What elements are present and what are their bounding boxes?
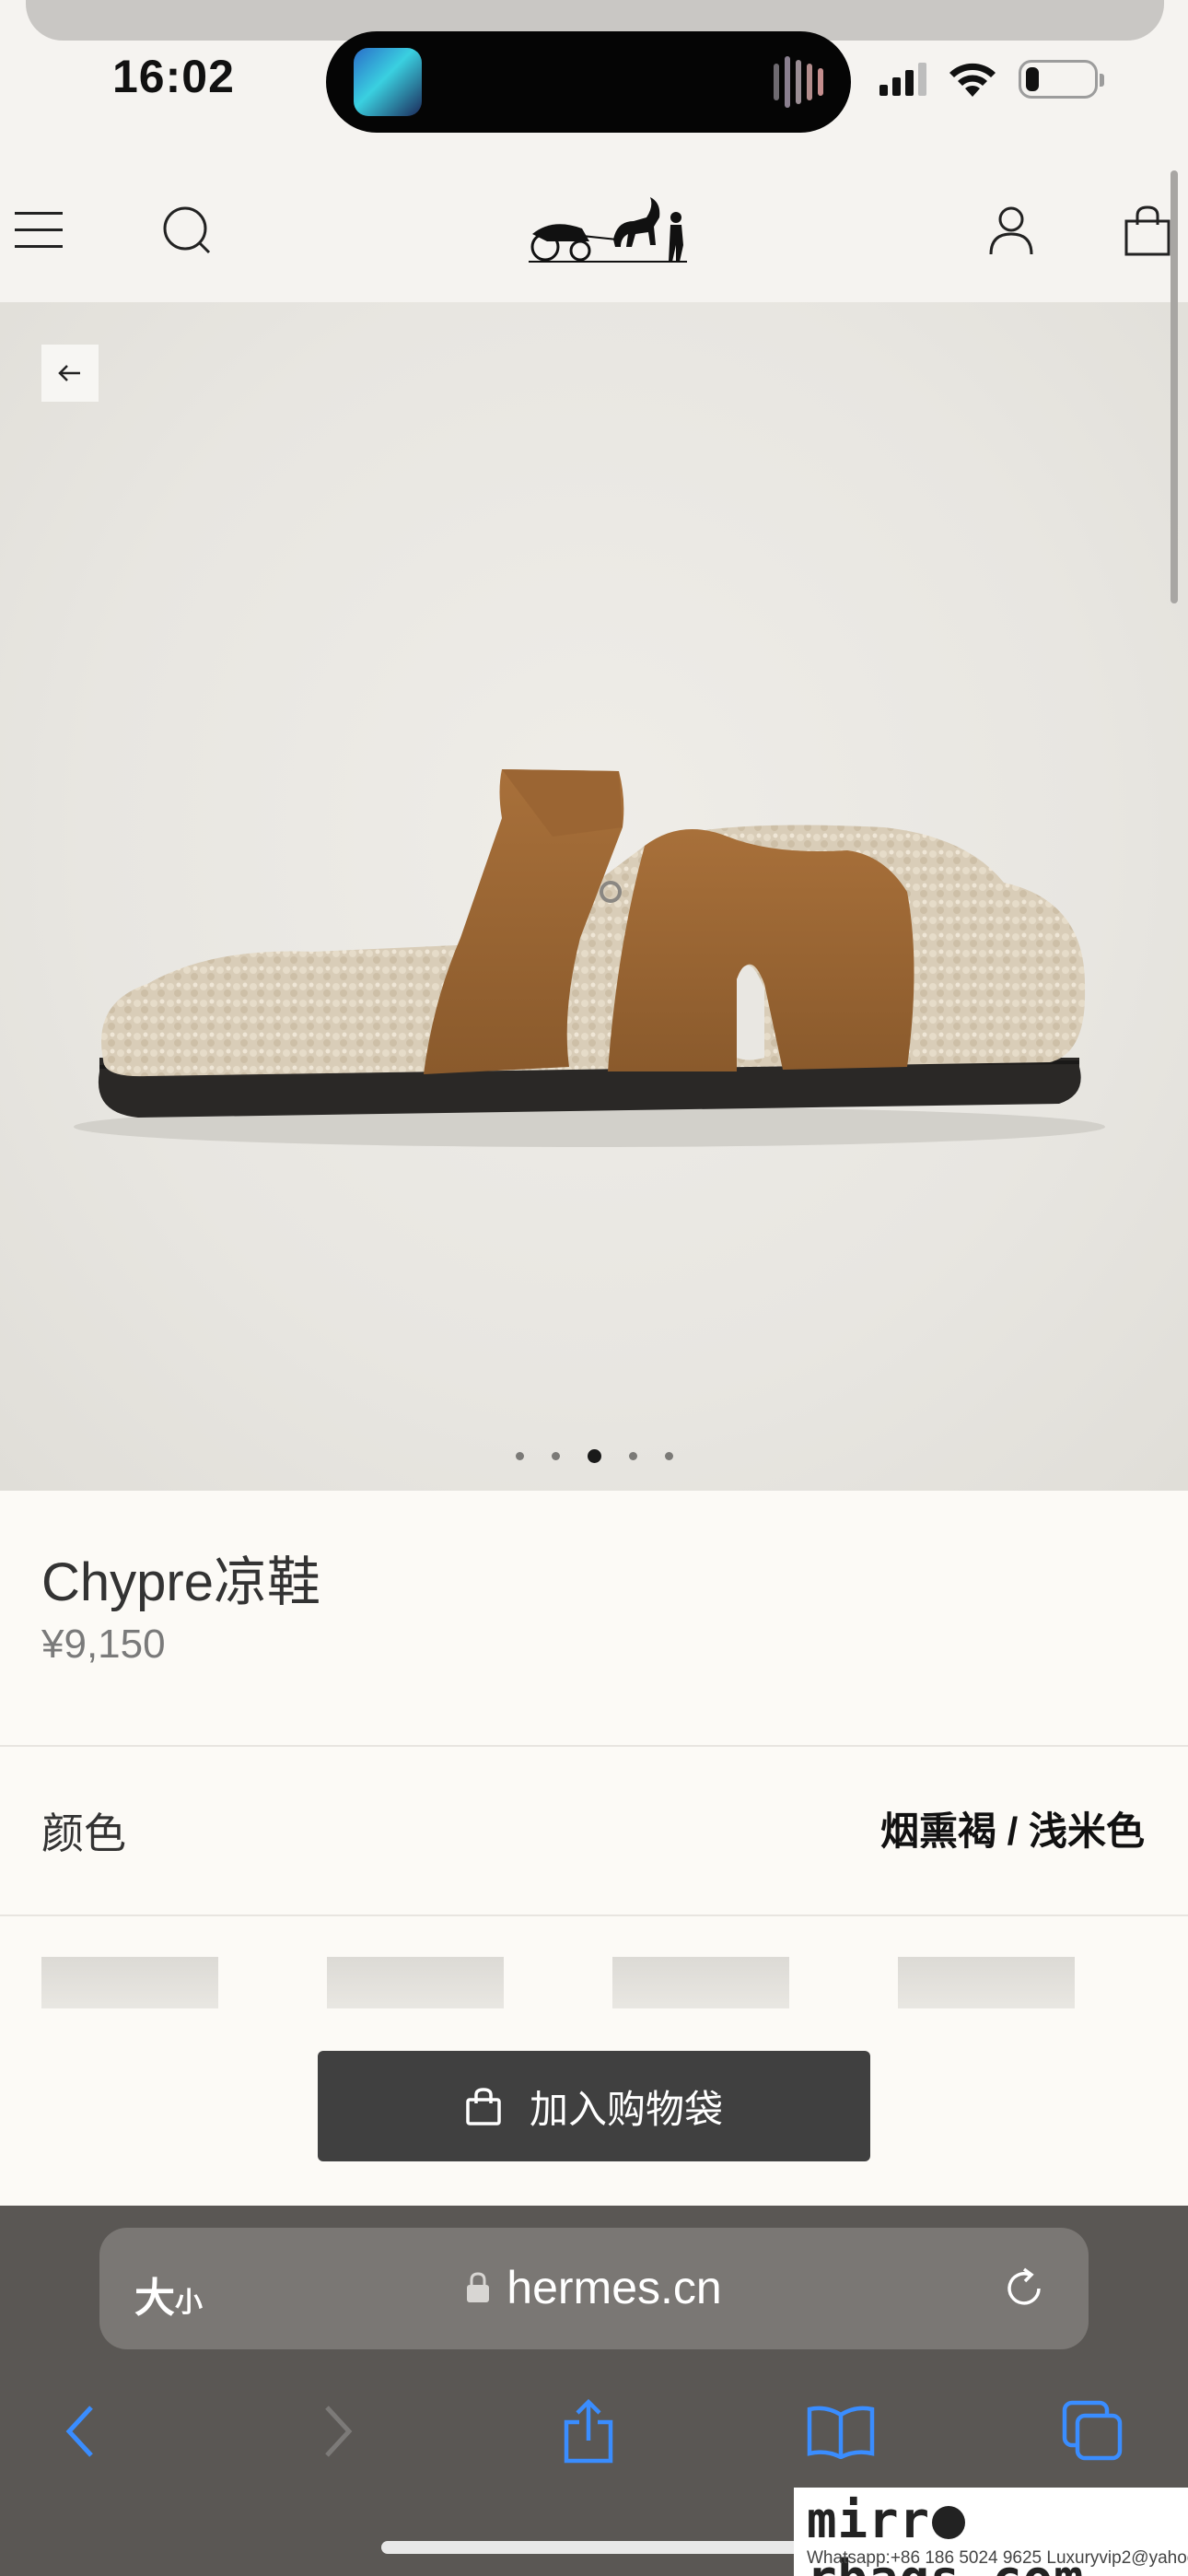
divider — [0, 1745, 1188, 1747]
color-label: 颜色 — [41, 1809, 126, 1857]
watermark: mirrrbags.com Whatsapp:+86 186 5024 9625… — [794, 2488, 1188, 2576]
pagination-dot[interactable] — [515, 1452, 524, 1460]
share-button[interactable] — [547, 2390, 630, 2473]
hamburger-icon — [15, 212, 63, 248]
search-icon — [163, 206, 211, 254]
battery-icon — [1019, 60, 1104, 99]
product-price: ¥9,150 — [41, 1622, 166, 1667]
user-icon — [989, 206, 1033, 255]
color-swatch[interactable] — [898, 1957, 1075, 2008]
home-indicator[interactable] — [381, 2541, 807, 2554]
watermark-circle-icon — [932, 2506, 966, 2539]
menu-button[interactable] — [2, 193, 76, 267]
chevron-left-icon — [65, 2406, 93, 2457]
divider — [0, 1914, 1188, 1916]
browser-toolbar — [0, 2390, 1188, 2491]
color-swatch[interactable] — [327, 1957, 504, 2008]
battery-level — [1026, 67, 1039, 91]
product-image-gallery[interactable] — [0, 302, 1188, 1491]
add-to-bag-label: 加入购物袋 — [529, 2087, 723, 2131]
reload-button[interactable] — [996, 2261, 1052, 2316]
watermark-contact: Whatsapp:+86 186 5024 9625 Luxuryvip2@ya… — [807, 2548, 1188, 2568]
dynamic-island[interactable] — [326, 31, 851, 133]
sandal-product-photo — [74, 769, 1105, 1147]
site-header — [0, 157, 1188, 302]
scroll-indicator[interactable] — [1171, 170, 1178, 603]
now-playing-artwork[interactable] — [354, 48, 422, 116]
shopping-bag-icon — [1124, 205, 1171, 256]
status-bar: 16:02 — [0, 0, 1188, 157]
color-value[interactable]: 烟熏褐 / 浅米色 — [880, 1800, 1145, 1856]
status-icons — [879, 59, 1104, 100]
tabs-icon — [1062, 2400, 1123, 2461]
url-display[interactable]: hermes.cn — [99, 2261, 1089, 2314]
search-button[interactable] — [150, 193, 224, 267]
account-button[interactable] — [974, 193, 1048, 267]
add-to-bag-button[interactable]: 加入购物袋 — [318, 2051, 870, 2161]
hermes-carriage-logo[interactable] — [525, 190, 691, 267]
cellular-signal-icon — [879, 63, 926, 96]
tabs-button[interactable] — [1052, 2390, 1135, 2473]
watermark-brand-left: mirr — [807, 2491, 931, 2549]
book-icon — [807, 2406, 875, 2459]
lock-icon — [467, 2272, 490, 2302]
gallery-pagination — [0, 1449, 1188, 1463]
color-swatch[interactable] — [41, 1957, 218, 2008]
product-name: Chypre凉鞋 — [41, 1552, 320, 1612]
back-button[interactable] — [39, 2390, 122, 2473]
pagination-dot[interactable] — [551, 1452, 560, 1460]
pagination-dot[interactable] — [628, 1452, 637, 1460]
forward-button[interactable] — [297, 2390, 379, 2473]
reload-icon — [1007, 2267, 1041, 2305]
audio-waveform-icon — [774, 55, 823, 109]
wifi-icon — [949, 63, 996, 97]
share-icon — [564, 2398, 613, 2464]
clock: 16:02 — [112, 51, 235, 102]
chevron-right-icon — [325, 2406, 353, 2457]
pagination-dot[interactable] — [664, 1452, 673, 1460]
url-text: hermes.cn — [507, 2262, 722, 2313]
shopping-bag-icon — [466, 2088, 501, 2125]
logo-graphic — [529, 197, 687, 263]
color-swatches — [41, 1957, 1188, 2008]
pagination-dot-active[interactable] — [587, 1449, 601, 1463]
color-swatch[interactable] — [612, 1957, 789, 2008]
bookmarks-button[interactable] — [799, 2390, 882, 2473]
address-bar[interactable]: 大小 hermes.cn — [99, 2228, 1089, 2349]
